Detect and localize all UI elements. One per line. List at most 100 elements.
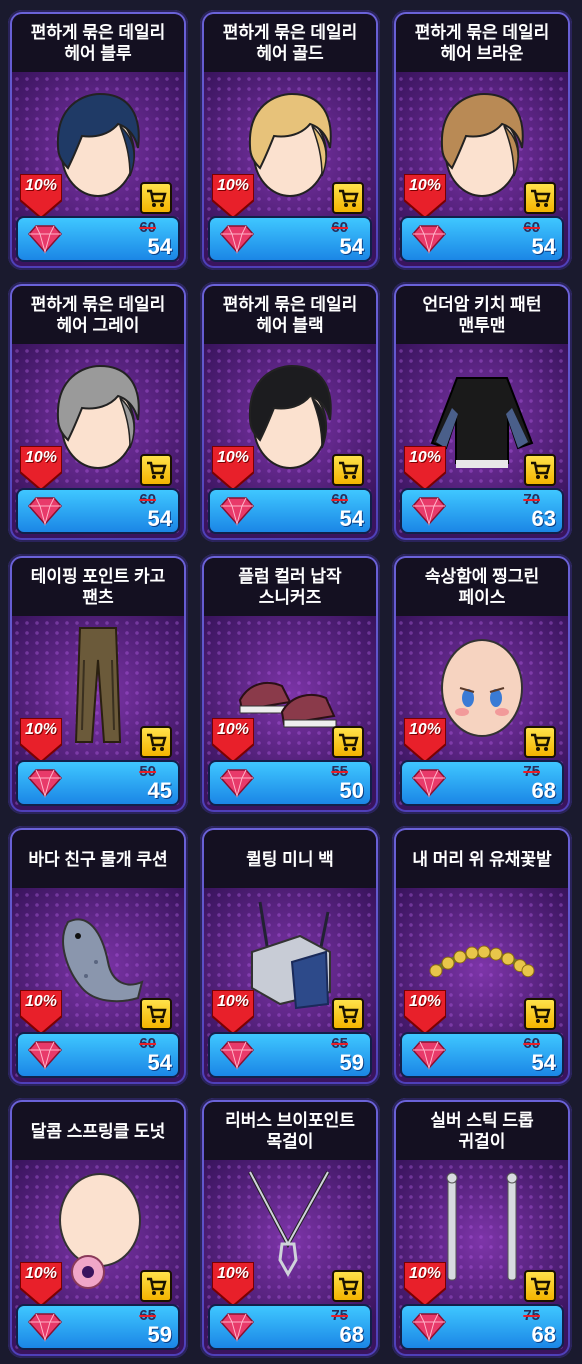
- shop-item-card[interactable]: 바다 친구 물개 쿠션 10% 60 54: [8, 826, 188, 1086]
- card-panel: 내 머리 위 유채꽃밭 10% 60 54: [396, 830, 568, 1082]
- discount-label: 10%: [24, 449, 58, 466]
- sale-price: 59: [147, 1322, 172, 1347]
- cart-icon: [531, 1277, 551, 1295]
- shop-item-card[interactable]: 테이핑 포인트 카고 팬츠 10% 50 45: [8, 554, 188, 814]
- discount-label: 10%: [408, 993, 442, 1010]
- discount-label: 10%: [216, 721, 250, 738]
- buy-price-button[interactable]: 75 68: [402, 762, 562, 804]
- discount-label: 10%: [408, 1265, 442, 1282]
- buy-price-button[interactable]: 65 59: [18, 1306, 178, 1348]
- discount-badge: 10%: [212, 174, 254, 218]
- gem-icon: [28, 1313, 62, 1342]
- item-name: 편하게 묶은 데일리 헤어 그레이: [12, 286, 184, 344]
- cart-icon: [339, 1005, 359, 1023]
- shop-item-card[interactable]: 편하게 묶은 데일리 헤어 블랙 10% 60 54: [200, 282, 380, 542]
- sale-price: 54: [339, 234, 364, 259]
- cart-icon: [147, 189, 167, 207]
- add-to-cart-button[interactable]: [332, 1270, 364, 1302]
- item-name: 테이핑 포인트 카고 팬츠: [12, 558, 184, 616]
- add-to-cart-button[interactable]: [140, 998, 172, 1030]
- shop-grid: 편하게 묶은 데일리 헤어 블루 10% 60 54 편하게 묶은 데일리 헤어…: [0, 0, 582, 1364]
- discount-badge: 10%: [20, 718, 62, 762]
- add-to-cart-button[interactable]: [332, 726, 364, 758]
- discount-badge: 10%: [20, 174, 62, 218]
- sale-price: 45: [147, 778, 172, 803]
- cart-icon: [147, 461, 167, 479]
- discount-badge: 10%: [212, 1262, 254, 1306]
- item-name: 리버스 브이포인트 목걸이: [204, 1102, 376, 1160]
- shop-item-card[interactable]: 퀼팅 미니 백 10% 65 59: [200, 826, 380, 1086]
- buy-price-button[interactable]: 75 68: [210, 1306, 370, 1348]
- shop-item-card[interactable]: 편하게 묶은 데일리 헤어 그레이 10% 60 54: [8, 282, 188, 542]
- shop-item-card[interactable]: 달콤 스프링클 도넛 10% 65 59: [8, 1098, 188, 1358]
- sale-price: 68: [531, 778, 556, 803]
- shop-item-card[interactable]: 내 머리 위 유채꽃밭 10% 60 54: [392, 826, 572, 1086]
- sale-price: 54: [531, 1050, 556, 1075]
- buy-price-button[interactable]: 50 45: [18, 762, 178, 804]
- discount-badge: 10%: [20, 1262, 62, 1306]
- card-panel: 플럼 컬러 납작 스니커즈 10% 55 50: [204, 558, 376, 810]
- gem-icon: [220, 769, 254, 798]
- gem-icon: [412, 769, 446, 798]
- cart-icon: [531, 733, 551, 751]
- buy-price-button[interactable]: 75 68: [402, 1306, 562, 1348]
- shop-item-card[interactable]: 편하게 묶은 데일리 헤어 블루 10% 60 54: [8, 10, 188, 270]
- add-to-cart-button[interactable]: [332, 182, 364, 214]
- add-to-cart-button[interactable]: [140, 726, 172, 758]
- add-to-cart-button[interactable]: [332, 454, 364, 486]
- gem-icon: [412, 225, 446, 254]
- item-name: 플럼 컬러 납작 스니커즈: [204, 558, 376, 616]
- buy-price-button[interactable]: 55 50: [210, 762, 370, 804]
- shop-item-card[interactable]: 플럼 컬러 납작 스니커즈 10% 55 50: [200, 554, 380, 814]
- add-to-cart-button[interactable]: [140, 182, 172, 214]
- shop-item-card[interactable]: 실버 스틱 드롭 귀걸이 10% 75 68: [392, 1098, 572, 1358]
- shop-item-card[interactable]: 언더암 키치 패턴 맨투맨 10% 70 63: [392, 282, 572, 542]
- card-panel: 리버스 브이포인트 목걸이 10% 75 68: [204, 1102, 376, 1354]
- buy-price-button[interactable]: 60 54: [18, 218, 178, 260]
- gem-icon: [412, 1313, 446, 1342]
- card-panel: 편하게 묶은 데일리 헤어 블루 10% 60 54: [12, 14, 184, 266]
- shop-item-card[interactable]: 리버스 브이포인트 목걸이 10% 75 68: [200, 1098, 380, 1358]
- gem-icon: [412, 497, 446, 526]
- card-panel: 실버 스틱 드롭 귀걸이 10% 75 68: [396, 1102, 568, 1354]
- buy-price-button[interactable]: 60 54: [402, 1034, 562, 1076]
- add-to-cart-button[interactable]: [524, 998, 556, 1030]
- shop-item-card[interactable]: 편하게 묶은 데일리 헤어 골드 10% 60 54: [200, 10, 380, 270]
- buy-price-button[interactable]: 60 54: [210, 490, 370, 532]
- discount-label: 10%: [216, 1265, 250, 1282]
- gem-icon: [28, 225, 62, 254]
- discount-badge: 10%: [212, 990, 254, 1034]
- add-to-cart-button[interactable]: [140, 454, 172, 486]
- discount-label: 10%: [216, 993, 250, 1010]
- cart-icon: [339, 461, 359, 479]
- card-panel: 편하게 묶은 데일리 헤어 브라운 10% 60 54: [396, 14, 568, 266]
- shop-item-card[interactable]: 편하게 묶은 데일리 헤어 브라운 10% 60 54: [392, 10, 572, 270]
- gem-icon: [220, 1313, 254, 1342]
- discount-badge: 10%: [404, 1262, 446, 1306]
- buy-price-button[interactable]: 60 54: [402, 218, 562, 260]
- sale-price: 54: [147, 234, 172, 259]
- discount-badge: 10%: [404, 446, 446, 490]
- cart-icon: [531, 1005, 551, 1023]
- buy-price-button[interactable]: 60 54: [18, 1034, 178, 1076]
- discount-label: 10%: [216, 177, 250, 194]
- discount-label: 10%: [24, 721, 58, 738]
- add-to-cart-button[interactable]: [524, 726, 556, 758]
- cart-icon: [147, 1005, 167, 1023]
- buy-price-button[interactable]: 70 63: [402, 490, 562, 532]
- gem-icon: [28, 769, 62, 798]
- buy-price-button[interactable]: 60 54: [210, 218, 370, 260]
- add-to-cart-button[interactable]: [332, 998, 364, 1030]
- discount-badge: 10%: [212, 446, 254, 490]
- item-name: 퀼팅 미니 백: [204, 830, 376, 888]
- item-name: 달콤 스프링클 도넛: [12, 1102, 184, 1160]
- sale-price: 54: [147, 1050, 172, 1075]
- buy-price-button[interactable]: 65 59: [210, 1034, 370, 1076]
- add-to-cart-button[interactable]: [140, 1270, 172, 1302]
- shop-item-card[interactable]: 속상함에 찡그린 페이스 10% 75 68: [392, 554, 572, 814]
- add-to-cart-button[interactable]: [524, 182, 556, 214]
- add-to-cart-button[interactable]: [524, 454, 556, 486]
- add-to-cart-button[interactable]: [524, 1270, 556, 1302]
- card-panel: 편하게 묶은 데일리 헤어 블랙 10% 60 54: [204, 286, 376, 538]
- buy-price-button[interactable]: 60 54: [18, 490, 178, 532]
